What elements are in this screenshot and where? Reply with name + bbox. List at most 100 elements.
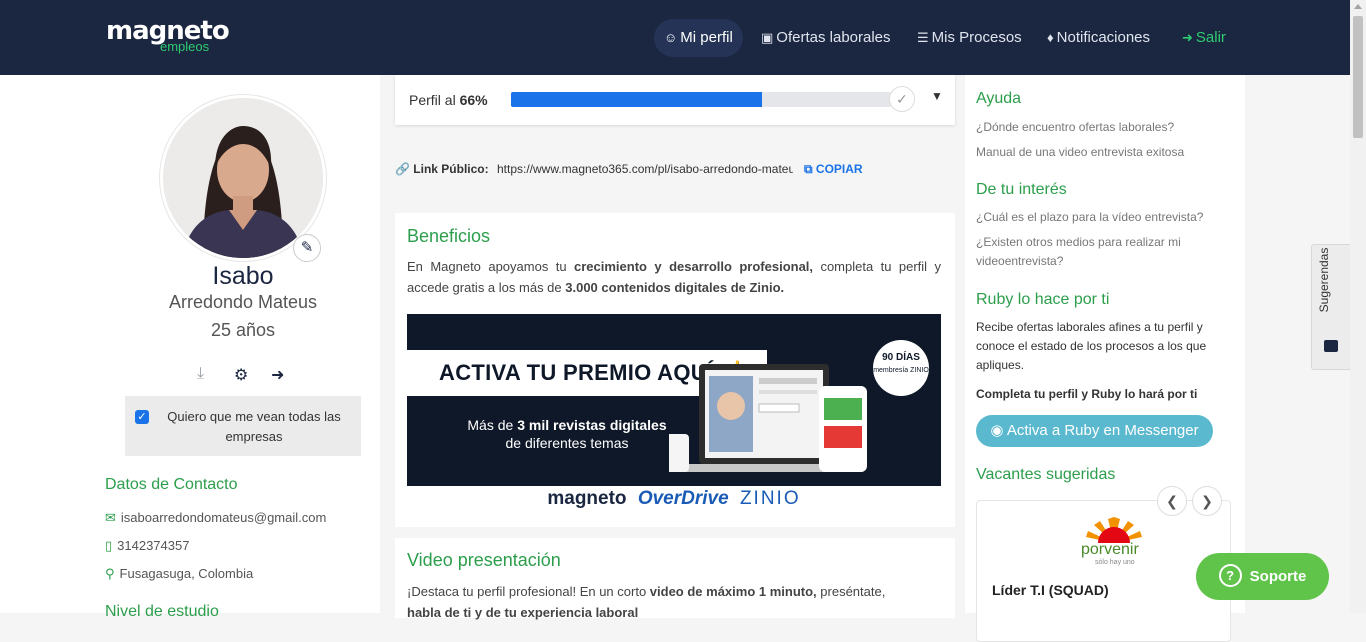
top-navbar: magneto empleos ☺ Mi perfil ▣ Ofertas labo… <box>0 0 1350 75</box>
check-icon: ✓ <box>889 86 915 112</box>
progress-label: Perfil al 66% <box>409 92 488 108</box>
question-icon: ? <box>1218 564 1242 587</box>
ninety-days-badge: 90 DÍAS membresía ZINIO <box>873 340 929 396</box>
progress-label-text: Perfil al <box>409 92 456 108</box>
list-icon: ☰ <box>917 30 929 45</box>
nav-mis-procesos[interactable]: ☰ Mis Procesos <box>917 19 1022 57</box>
nav-label: Notificaciones <box>1056 29 1151 46</box>
briefcase-icon: ▣ <box>761 30 774 45</box>
benefits-text-part: En Magneto apoyamos tu <box>407 259 575 274</box>
bell-icon: ♦ <box>1047 30 1054 45</box>
video-text-part: ¡Destaca tu perfil profesional! En un co… <box>407 584 650 599</box>
interest-title: De tu interés <box>976 181 1067 198</box>
banner-sub-part: de diferentes temas <box>505 435 629 451</box>
video-presentation-card: Video presentación ¡Destaca tu perfil pr… <box>395 538 955 620</box>
video-text-part: preséntate, <box>816 584 886 599</box>
benefits-text-bold: 3.000 contenidos digitales de Zinio. <box>565 280 785 295</box>
video-title: Video presentación <box>407 550 561 570</box>
interest-link-medios[interactable]: ¿Existen otros medios para realizar mi v… <box>976 233 1206 271</box>
public-link-label: Link Público: <box>413 162 489 176</box>
visibility-checkbox[interactable]: ✓ <box>135 410 149 424</box>
nav-notificaciones[interactable]: ♦ Notificaciones <box>1047 19 1150 57</box>
nav-label: Salir <box>1195 29 1226 46</box>
support-button[interactable]: ? Soporte <box>1196 553 1329 600</box>
vacancy-company-tagline: sólo hay uno <box>1095 559 1135 566</box>
help-link-manual[interactable]: Manual de una video entrevista exitosa <box>976 143 1216 162</box>
scroll-up-arrow-icon[interactable] <box>1354 4 1362 9</box>
copy-icon: ⧉ <box>804 162 813 176</box>
support-label: Soporte <box>1249 568 1307 585</box>
chat-icon <box>1324 340 1338 352</box>
zinio-logo: ZINIO <box>739 488 801 509</box>
ruby-title: Ruby lo hace por ti <box>976 291 1110 308</box>
public-link-url[interactable]: https://www.magneto365.com/pl/isabo-arre… <box>497 162 793 176</box>
chevron-right-icon[interactable]: ❯ <box>1192 486 1222 516</box>
visibility-label: Quiero que me vean todas las empresas <box>167 409 341 444</box>
badge-sub: membresía ZINIO <box>873 367 929 374</box>
copy-label: COPIAR <box>815 162 863 176</box>
suggestions-label: Sugerendas <box>1317 247 1331 313</box>
avatar-frame: ✎ <box>160 95 326 262</box>
help-title: Ayuda <box>976 90 1022 107</box>
profile-sidebar: ✎ Isabo Arredondo Mateus 25 años ⤓ ⚙ ➜ ✓… <box>0 75 380 620</box>
messenger-icon: ◉ <box>990 422 1004 439</box>
profile-actions: ⤓ ⚙ ➜ <box>197 365 297 385</box>
suggestions-tab[interactable]: Sugerendas <box>1311 244 1350 370</box>
contact-location: Fusagasuga, Colombia <box>119 566 254 581</box>
contact-email-row: ✉ isaboarredondomateus@gmail.com <box>105 510 326 526</box>
ruby-cta-text: Completa tu perfil y Ruby lo hará por ti <box>976 387 1198 401</box>
progress-bar <box>511 92 891 107</box>
magneto-logo[interactable]: magneto empleos <box>106 18 230 54</box>
video-text-bold: video de máximo 1 minuto, <box>649 584 817 599</box>
link-icon: 🔗 <box>395 162 410 176</box>
nav-mi-perfil[interactable]: ☺ Mi perfil <box>654 19 743 57</box>
help-link-ofertas[interactable]: ¿Dónde encuentro ofertas laborales? <box>976 118 1216 137</box>
help-sidebar: Ayuda ¿Dónde encuentro ofertas laborales… <box>965 75 1245 642</box>
avatar-photo <box>163 98 323 258</box>
nav-label: Mi perfil <box>680 29 733 46</box>
chevron-left-icon[interactable]: ❮ <box>1157 486 1187 516</box>
share-icon[interactable]: ➜ <box>271 365 284 385</box>
copy-link-button[interactable]: ⧉ COPIAR <box>804 162 863 177</box>
contact-location-row: ⚲ Fusagasuga, Colombia <box>105 566 253 582</box>
mobile-phone-icon: ▯ <box>105 538 113 553</box>
edit-photo-pencil-icon[interactable]: ✎ <box>293 234 321 262</box>
download-icon[interactable]: ⤓ <box>197 365 204 383</box>
vacancies-title: Vacantes sugeridas <box>976 466 1116 483</box>
benefits-text: En Magneto apoyamos tu crecimiento y des… <box>407 256 941 298</box>
logo-subtitle: empleos <box>160 39 210 54</box>
nav-label: Mis Procesos <box>931 29 1022 46</box>
chevron-down-icon[interactable]: ▼ <box>931 89 943 103</box>
nav-salir[interactable]: ➜ Salir <box>1182 19 1226 57</box>
magneto-partner-logo: magneto <box>547 488 627 509</box>
benefits-card: Beneficios En Magneto apoyamos tu crecim… <box>395 213 955 527</box>
progress-percent: 66% <box>459 92 488 108</box>
laptop-magazine-illustration <box>669 364 867 472</box>
vacancy-company: porvenir <box>1081 541 1139 558</box>
contact-section-title: Datos de Contacto <box>105 476 238 493</box>
zinio-promo-banner[interactable]: ACTIVA TU PREMIO AQUÍ ☝ Más de 3 mil rev… <box>407 314 941 486</box>
benefits-text-bold: crecimiento y desarrollo profesional, <box>574 259 814 274</box>
activate-ruby-messenger-button[interactable]: ◉ Activa a Ruby en Messenger <box>976 415 1213 447</box>
scrollbar-thumb[interactable] <box>1353 16 1363 138</box>
ruby-description: Recibe ofertas laborales afines a tu per… <box>976 320 1207 372</box>
vacancy-card[interactable]: ❮ ❯ porvenir sólo hay uno Líder T.I (SQU… <box>976 486 1231 642</box>
progress-bar-fill <box>511 92 762 107</box>
nav-ofertas-laborales[interactable]: ▣ Ofertas laborales <box>761 19 891 57</box>
visibility-option: ✓ Quiero que me vean todas las empresas <box>125 396 361 456</box>
benefits-title: Beneficios <box>407 226 491 246</box>
gear-icon[interactable]: ⚙ <box>234 365 248 385</box>
public-link: 🔗 Link Público: https://www.magneto365.c… <box>395 162 793 176</box>
contact-phone-row: ▯ 3142374357 <box>105 538 189 554</box>
profile-progress-card[interactable]: Perfil al 66% ✓ ▼ <box>395 75 955 125</box>
banner-sub-part: Más de <box>467 417 518 433</box>
map-marker-icon: ⚲ <box>105 566 115 581</box>
page-scrollbar[interactable] <box>1350 0 1366 613</box>
vacancy-job-title: Líder T.I (SQUAD) <box>992 582 1109 598</box>
video-text: ¡Destaca tu perfil profesional! En un co… <box>407 581 941 623</box>
user-icon: ☺ <box>664 30 678 45</box>
interest-link-plazo[interactable]: ¿Cuál es el plazo para la vídeo entrevis… <box>976 208 1216 227</box>
avatar[interactable] <box>163 98 323 258</box>
banner-subtitle: Más de 3 mil revistas digitales de difer… <box>447 416 687 452</box>
sign-out-icon: ➜ <box>1182 30 1193 45</box>
